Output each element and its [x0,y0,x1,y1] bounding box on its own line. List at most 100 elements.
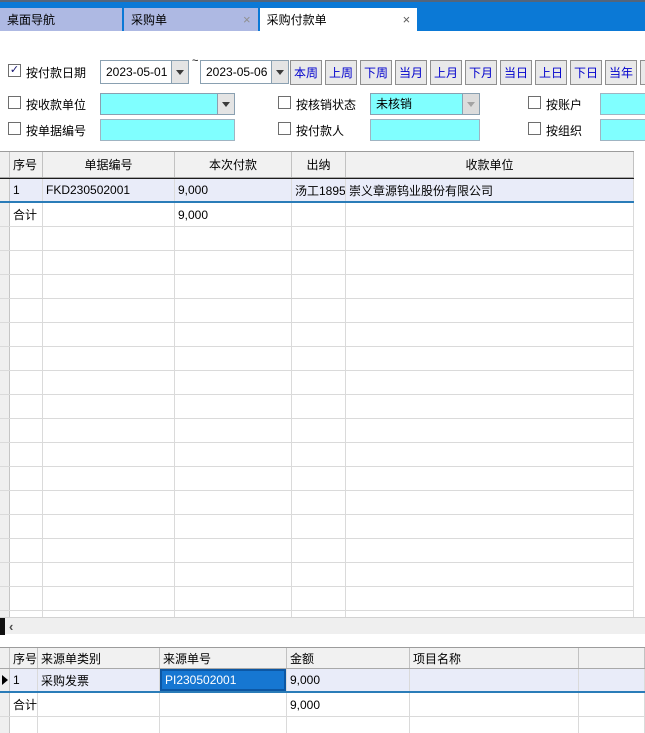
tab-bar: 桌面导航 采购单 × 采购付款单 × [0,0,645,31]
table-row[interactable]: 1 FKD230502001 9,000 汤工1895 崇义章源钨业股份有限公司 [0,178,634,203]
close-icon[interactable]: × [243,13,251,26]
today-button[interactable]: 当日 [500,60,532,85]
close-icon[interactable]: × [403,13,411,26]
date-from-dropdown-button[interactable] [171,60,189,84]
empty-grid-row [0,227,634,251]
empty-grid-row [0,251,634,275]
cell-seq: 1 [10,179,43,201]
payer-checkbox[interactable] [278,122,291,135]
cell-project [410,669,579,691]
empty-grid-row [0,491,634,515]
empty-grid-row [0,587,634,611]
col-header-amount: 金额 [287,648,410,668]
total-label: 合计 [10,203,43,226]
date-range-separator: ~ [192,55,198,67]
table-row[interactable]: 1 采购发票 PI230502001 9,000 [0,669,645,693]
payee-unit-select[interactable] [100,93,235,115]
row-indicator-header [0,648,10,668]
organization-input[interactable] [600,119,645,141]
scroll-left-icon[interactable]: ‹ [9,618,13,635]
tab-label: 采购付款单 [267,11,327,28]
verify-status-checkbox[interactable] [278,96,291,109]
cell-source-no: PI230502001 [160,669,287,691]
empty-grid-row [0,371,634,395]
date-from-select[interactable]: 2023-05-01 [100,60,189,84]
empty-grid-row [0,419,634,443]
current-row-arrow-icon [2,675,8,685]
col-header-payee: 收款单位 [346,152,634,177]
date-to-select[interactable]: 2023-05-06 [200,60,289,84]
col-header-project: 项目名称 [410,648,579,668]
account-input[interactable] [600,93,645,115]
organization-checkbox[interactable] [528,122,541,135]
payment-orders-grid: 序号 单据编号 本次付款 出纳 收款单位 1 FKD230502001 9,00… [0,151,634,617]
verify-status-dropdown-button[interactable] [462,93,480,115]
col-header-seq: 序号 [10,648,38,668]
empty-grid-row [0,717,645,733]
date-to-value: 2023-05-06 [200,60,271,84]
next-week-button[interactable]: 下周 [360,60,392,85]
current-row-indicator [0,669,10,691]
row-indicator [0,203,10,226]
tab-purchase-order[interactable]: 采购单 × [124,8,258,31]
empty-grid-row [0,539,634,563]
row-indicator [0,179,10,201]
empty-grid-row [0,275,634,299]
payer-input[interactable] [370,119,480,141]
cell-cashier: 汤工1895 [292,179,346,201]
payment-date-checkbox[interactable]: ✓ [8,64,21,77]
verify-status-select[interactable]: 未核销 [370,93,480,115]
chevron-down-icon [222,102,230,107]
doc-number-label: 按单据编号 [26,122,86,139]
tab-desktop-nav[interactable]: 桌面导航 [0,8,122,31]
tab-label: 桌面导航 [7,11,55,28]
account-checkbox[interactable] [528,96,541,109]
empty-grid-row [0,515,634,539]
source-no-editor[interactable]: PI230502001 [160,669,286,691]
total-row: 合计 9,000 [0,203,634,227]
col-header-seq: 序号 [10,152,43,177]
quick-range-button-partial[interactable] [640,60,645,85]
payee-unit-value [100,93,217,115]
cell-source-type: 采购发票 [38,669,160,691]
col-header-source-type: 来源单类别 [38,648,160,668]
splitter-handle[interactable] [0,618,5,635]
grid-header-row: 序号 单据编号 本次付款 出纳 收款单位 [0,152,634,178]
col-header-amount: 本次付款 [175,152,292,177]
cell-payee: 崇义章源钨业股份有限公司 [346,179,634,201]
last-month-button[interactable]: 上月 [430,60,462,85]
horizontal-scrollbar[interactable]: ‹ [0,617,645,634]
chevron-down-icon [467,102,475,107]
this-year-button[interactable]: 当年 [605,60,637,85]
this-week-button[interactable]: 本周 [290,60,322,85]
payer-label: 按付款人 [296,122,344,139]
prev-day-button[interactable]: 上日 [535,60,567,85]
cell-amount: 9,000 [287,669,410,691]
date-to-dropdown-button[interactable] [271,60,289,84]
total-amount: 9,000 [287,693,410,716]
quick-range-buttons: 本周 上周 下周 当月 上月 下月 当日 上日 下日 当年 [290,60,645,85]
payment-date-label: 按付款日期 [26,64,86,81]
source-documents-grid: 序号 来源单类别 来源单号 金额 项目名称 1 采购发票 PI230502001… [0,647,645,733]
empty-cell [43,203,175,226]
doc-number-input[interactable] [100,119,235,141]
payee-unit-checkbox[interactable] [8,96,21,109]
doc-number-checkbox[interactable] [8,122,21,135]
row-indicator-header [0,152,10,177]
next-day-button[interactable]: 下日 [570,60,602,85]
row-indicator [0,693,10,716]
total-amount: 9,000 [175,203,292,226]
verify-status-label: 按核销状态 [296,96,356,113]
this-month-button[interactable]: 当月 [395,60,427,85]
chevron-down-icon [276,70,284,75]
organization-label: 按组织 [546,122,582,139]
empty-cell [38,693,160,716]
next-month-button[interactable]: 下月 [465,60,497,85]
empty-cell [410,693,579,716]
last-week-button[interactable]: 上周 [325,60,357,85]
tab-purchase-payment[interactable]: 采购付款单 × [260,8,418,31]
check-icon: ✓ [10,65,19,76]
account-label: 按账户 [546,96,582,113]
cell-doc-no: FKD230502001 [43,179,175,201]
payee-unit-dropdown-button[interactable] [217,93,235,115]
